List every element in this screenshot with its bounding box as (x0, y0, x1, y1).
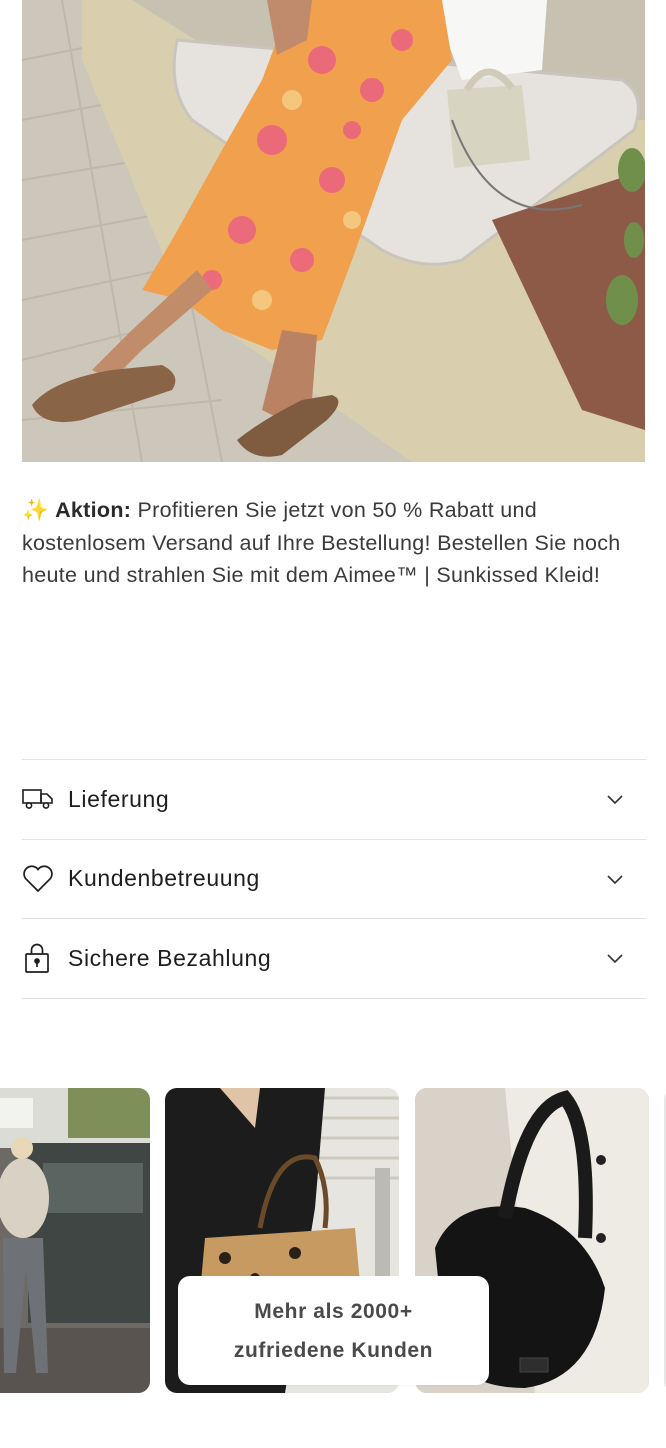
promo-heading: Aktion: (55, 498, 132, 522)
heart-icon (22, 863, 54, 895)
accordion-label: Kundenbetreuung (68, 865, 260, 892)
product-image[interactable] (22, 0, 645, 462)
accordion-label: Lieferung (68, 785, 170, 812)
accordion-label: Sichere Bezahlung (68, 944, 272, 971)
accordion-item-sichere-bezahlung[interactable]: Sichere Bezahlung (22, 919, 646, 999)
promo-text: ✨ Aktion: Profitieren Sie jetzt von 50 % … (22, 494, 646, 592)
customer-photo (0, 1088, 150, 1393)
badge-line-2: zufriedene Kunden (233, 1338, 434, 1362)
chevron-down-icon (607, 795, 623, 805)
sparkles-icon: ✨ (22, 498, 50, 522)
lock-icon (22, 942, 54, 974)
truck-icon (22, 783, 54, 815)
accordion-item-kundenbetreuung[interactable]: Kundenbetreuung (22, 840, 646, 919)
chevron-down-icon (607, 874, 623, 884)
customer-count-badge: Mehr als 2000+ zufriedene Kunden (178, 1276, 489, 1385)
badge-line-1: Mehr als 2000+ (254, 1299, 413, 1323)
chevron-down-icon (607, 954, 623, 964)
accordion-item-lieferung[interactable]: Lieferung (22, 760, 646, 840)
gallery-card[interactable] (0, 1088, 150, 1393)
info-accordion: Lieferung Kundenbetreuung Sichere Bezahl… (22, 759, 646, 999)
product-photo (22, 0, 645, 462)
